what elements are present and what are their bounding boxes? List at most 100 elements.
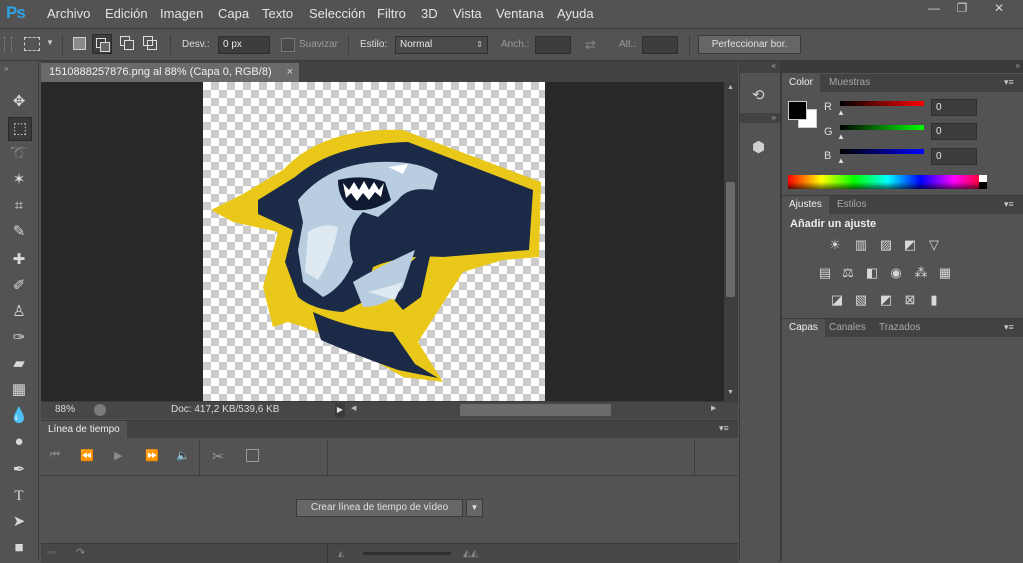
zoom-level[interactable]: 88% (55, 404, 75, 415)
3d-cube-icon[interactable]: ⬢ (752, 138, 765, 156)
create-video-timeline-button[interactable]: Crear línea de tiempo de vídeo (296, 499, 463, 517)
menu-vista[interactable]: Vista (453, 6, 482, 21)
style-select[interactable]: Normal ⇕ (395, 36, 488, 54)
scroll-right-icon[interactable]: ▶ (711, 404, 716, 412)
green-slider-thumb[interactable]: ▲ (837, 132, 845, 141)
collapsed-dock-header-2[interactable]: » (740, 113, 780, 123)
green-slider[interactable] (840, 125, 924, 130)
menu-ventana[interactable]: Ventana (496, 6, 544, 21)
crop-tool-icon[interactable]: ⌗ (8, 195, 30, 217)
tab-capas[interactable]: Capas (782, 319, 825, 337)
color-spectrum-ramp[interactable] (788, 175, 987, 189)
height-input[interactable] (642, 36, 678, 54)
refine-edge-button[interactable]: Perfeccionar bor. (698, 35, 801, 54)
add-selection-icon[interactable] (92, 34, 112, 54)
path-selection-tool-icon[interactable]: ➤ (8, 511, 30, 533)
vertical-scrollbar[interactable]: ▲ ▼ (724, 82, 738, 401)
blue-value-input[interactable]: 0 (931, 148, 977, 165)
posterize-icon[interactable]: ▧ (853, 292, 869, 308)
rect-marquee-tool-icon[interactable]: ⬚ (8, 117, 32, 141)
exposure-icon[interactable]: ◩ (902, 237, 918, 253)
play-icon[interactable]: ▶ (114, 449, 122, 462)
swap-arrows-icon[interactable]: ⇄ (585, 37, 596, 53)
audio-icon[interactable]: 🔈 (176, 449, 190, 462)
feather-input[interactable]: 0 px (218, 36, 270, 54)
adjust-panel-menu-icon[interactable]: ▾≡ (1004, 199, 1014, 210)
tab-muestras[interactable]: Muestras (822, 74, 877, 92)
healing-brush-tool-icon[interactable]: ✚ (8, 249, 30, 271)
eyedropper-tool-icon[interactable]: ✎ (8, 221, 30, 243)
status-menu-arrow-icon[interactable]: ▶ (335, 403, 345, 417)
close-document-icon[interactable]: × (287, 63, 293, 82)
horizontal-scroll-thumb[interactable] (460, 404, 611, 416)
right-dock-header[interactable]: » (782, 61, 1023, 73)
history-brush-tool-icon[interactable]: ✑ (8, 327, 30, 349)
panel-menu-icon[interactable]: ▾≡ (719, 423, 729, 434)
white-swatch[interactable] (979, 175, 987, 182)
brightness-icon[interactable]: ☀ (827, 237, 843, 253)
levels-icon[interactable]: ▥ (853, 237, 869, 253)
magic-wand-tool-icon[interactable]: ✶ (8, 169, 30, 191)
intersect-selection-icon[interactable] (143, 36, 157, 50)
menu-3d[interactable]: 3D (421, 6, 438, 21)
previous-frame-icon[interactable]: ⏪ (80, 449, 94, 462)
vertical-scroll-thumb[interactable] (726, 182, 735, 297)
color-panel-menu-icon[interactable]: ▾≡ (1004, 77, 1014, 88)
color-balance-icon[interactable]: ⚖ (840, 265, 856, 281)
tab-ajustes[interactable]: Ajustes (782, 196, 829, 214)
tab-color[interactable]: Color (782, 74, 820, 92)
zoom-out-mountain-icon[interactable]: ◭ (338, 549, 344, 558)
threshold-icon[interactable]: ◩ (878, 292, 894, 308)
type-tool-icon[interactable]: T (8, 485, 30, 507)
scroll-down-icon[interactable]: ▼ (727, 389, 734, 396)
scroll-left-icon[interactable]: ◀ (351, 404, 356, 412)
menu-archivo[interactable]: Archivo (47, 6, 90, 21)
channel-mixer-icon[interactable]: ⁂ (913, 265, 929, 281)
preset-dropdown-icon[interactable]: ▼ (46, 38, 54, 47)
menu-texto[interactable]: Texto (262, 6, 293, 21)
width-input[interactable] (535, 36, 571, 54)
foreground-color-swatch[interactable] (788, 101, 807, 120)
marquee-preset-icon[interactable] (24, 37, 40, 51)
smooth-checkbox[interactable] (281, 38, 295, 52)
layers-panel-menu-icon[interactable]: ▾≡ (1004, 322, 1014, 333)
lasso-tool-icon[interactable]: ➰ (8, 143, 30, 165)
eraser-tool-icon[interactable]: ▰ (8, 353, 30, 375)
black-white-icon[interactable]: ◧ (864, 265, 880, 281)
grip-handle[interactable] (4, 37, 12, 51)
invert-icon[interactable]: ◪ (829, 292, 845, 308)
black-swatch[interactable] (979, 182, 987, 189)
menu-imagen[interactable]: Imagen (160, 6, 203, 21)
new-selection-icon[interactable] (73, 37, 86, 50)
blue-slider[interactable] (840, 149, 924, 154)
menu-edicion[interactable]: Edición (105, 6, 148, 21)
document-canvas[interactable] (203, 82, 545, 401)
next-frame-icon[interactable]: ⏩ (145, 449, 159, 462)
tab-canales[interactable]: Canales (822, 319, 873, 337)
split-scissors-icon[interactable]: ✂ (212, 448, 224, 465)
photo-filter-icon[interactable]: ◉ (888, 265, 904, 281)
green-value-input[interactable]: 0 (931, 123, 977, 140)
selective-color-icon[interactable]: ⊠ (902, 292, 918, 308)
menu-seleccion[interactable]: Selección (309, 6, 365, 21)
rectangle-shape-tool-icon[interactable]: ■ (8, 537, 30, 559)
hue-saturation-icon[interactable]: ▤ (817, 265, 833, 281)
restore-button[interactable]: ❐ (948, 0, 976, 18)
color-lookup-icon[interactable]: ▦ (937, 265, 953, 281)
collapse-arrows-icon[interactable]: » (4, 64, 8, 73)
pen-tool-icon[interactable]: ✒ (8, 459, 30, 481)
history-icon[interactable]: ⟲ (752, 86, 765, 104)
document-tab[interactable]: 1510888257876.png al 88% (Capa 0, RGB/8)… (41, 63, 299, 82)
clone-stamp-tool-icon[interactable]: ♙ (8, 301, 30, 323)
menu-ayuda[interactable]: Ayuda (557, 6, 594, 21)
status-info-icon[interactable] (94, 404, 106, 416)
red-slider-thumb[interactable]: ▲ (837, 108, 845, 117)
timeline-zoom-slider[interactable] (363, 552, 451, 555)
gradient-map-icon[interactable]: ▮ (926, 292, 942, 308)
tab-estilos[interactable]: Estilos (830, 196, 873, 214)
menu-filtro[interactable]: Filtro (377, 6, 406, 21)
zoom-in-mountain-icon[interactable]: ◭◭ (463, 548, 478, 559)
menu-capa[interactable]: Capa (218, 6, 249, 21)
dodge-tool-icon[interactable]: ● (8, 431, 30, 453)
curves-icon[interactable]: ▨ (878, 237, 894, 253)
